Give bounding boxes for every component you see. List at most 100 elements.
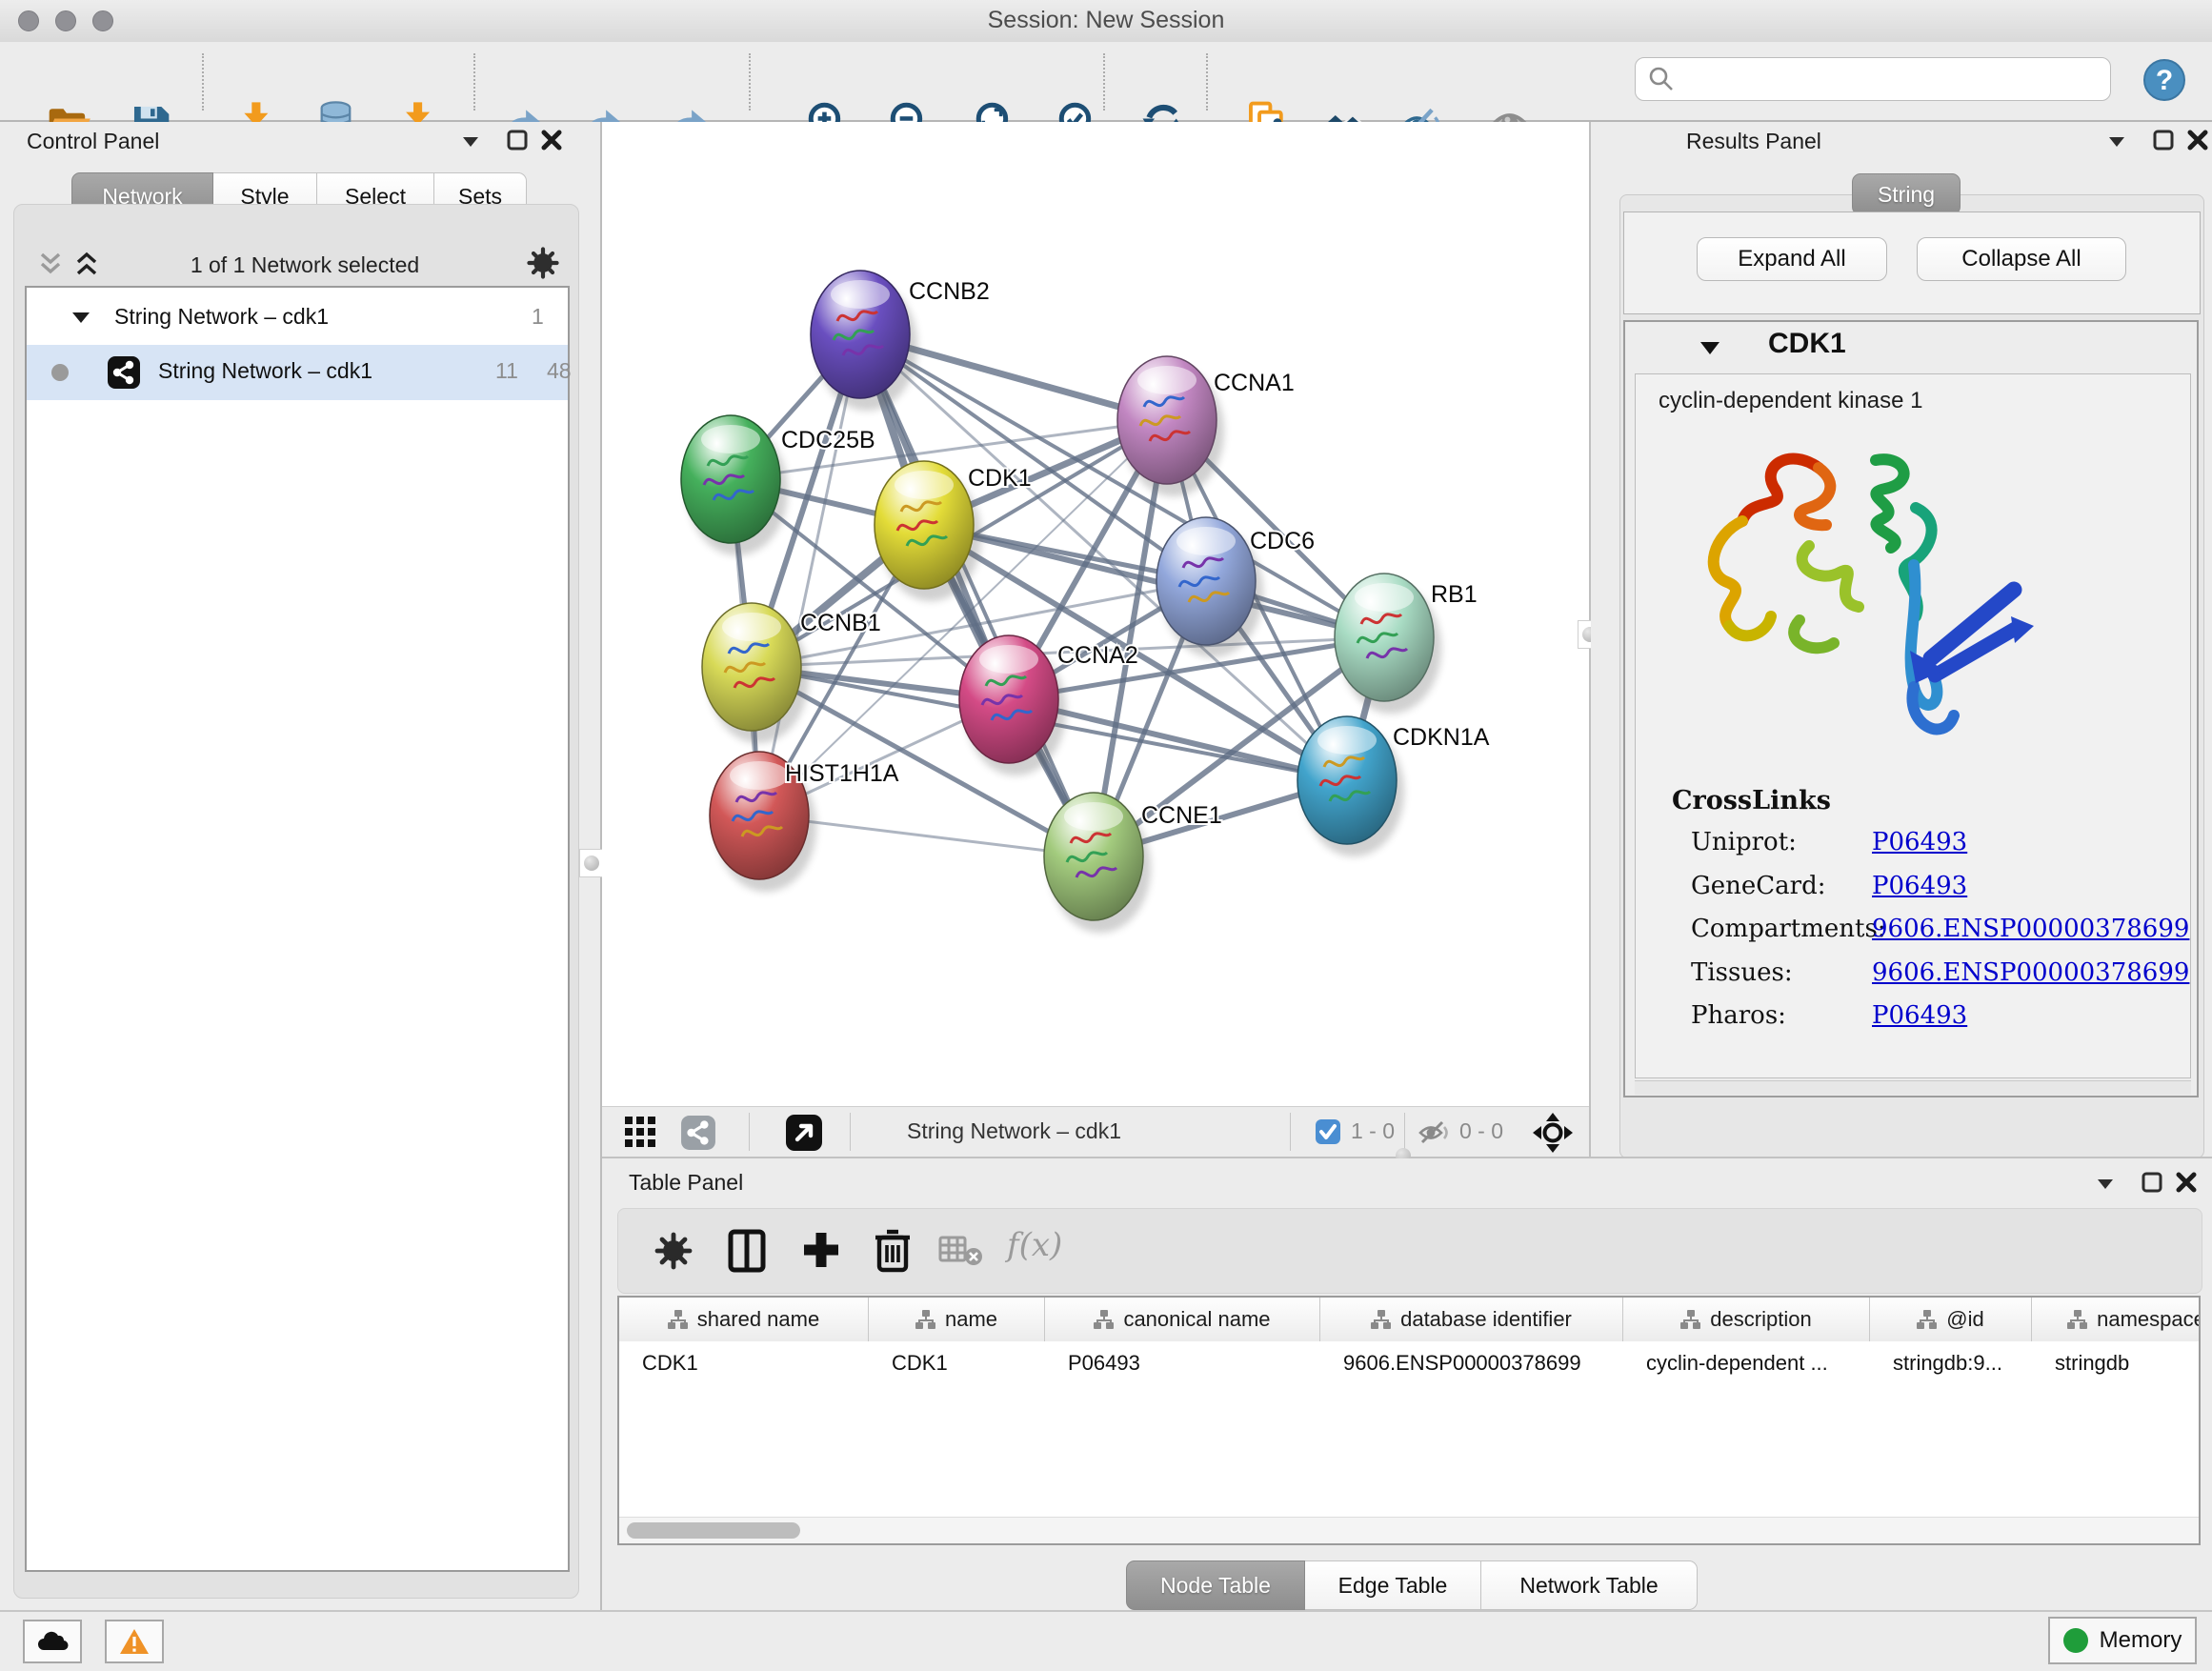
table-cell: CDK1 (869, 1341, 1045, 1385)
results-panel: Results Panel String Expand All Collapse… (1591, 122, 2212, 1157)
network-options-gear-icon[interactable] (524, 244, 562, 282)
node-RB1[interactable] (1335, 574, 1441, 714)
open-in-new-window-icon[interactable] (785, 1114, 823, 1152)
expand-all-button[interactable]: Expand All (1697, 237, 1887, 281)
svg-text:?: ? (2156, 65, 2173, 96)
node-label-CCNB2: CCNB2 (909, 278, 990, 305)
tab-network-table[interactable]: Network Table (1481, 1560, 1698, 1610)
node-CDC6[interactable] (1156, 517, 1263, 657)
node-CCNB2[interactable] (811, 271, 917, 411)
memory-status-dot (2063, 1628, 2088, 1653)
gene-box-scrollbar-track[interactable] (1635, 1080, 2191, 1095)
table-body: CDK1CDK1P064939606.ENSP00000378699cyclin… (619, 1341, 2201, 1385)
node-CDKN1A[interactable] (1297, 716, 1404, 856)
table-hscrollbar-track[interactable] (619, 1517, 2199, 1544)
table-row[interactable]: CDK1CDK1P064939606.ENSP00000378699cyclin… (619, 1341, 2201, 1385)
results-panel-close-icon[interactable] (2185, 128, 2210, 152)
toolbar-divider (749, 1113, 750, 1151)
control-panel-title: Control Panel (27, 129, 159, 154)
results-panel-collapse-icon[interactable] (2105, 131, 2128, 151)
crosslink-value-link[interactable]: P06493 (1872, 828, 1967, 856)
shared-column-icon (1917, 1310, 1938, 1329)
table-header-row: shared namenamecanonical namedatabase id… (619, 1298, 2201, 1341)
cloud-status-button[interactable] (23, 1620, 82, 1663)
crosslink-label: Pharos: (1691, 1001, 1786, 1030)
crosslink-value-link[interactable]: P06493 (1872, 872, 1967, 900)
crosslink-value-link[interactable]: P06493 (1872, 1001, 1967, 1030)
shared-column-icon (668, 1310, 689, 1329)
node-CCNA2[interactable] (959, 635, 1066, 775)
crosslink-value-link[interactable]: 9606.ENSP00000378699 (1872, 915, 2189, 943)
crosslink-label: Uniprot: (1691, 828, 1797, 856)
results-panel-float-icon[interactable] (2151, 128, 2176, 152)
add-column-icon[interactable] (799, 1228, 843, 1272)
crosslink-value-link[interactable]: 9606.ENSP00000378699 (1872, 958, 2189, 987)
column-header-id[interactable]: @id (1870, 1298, 2032, 1341)
table-toolbar: f(x) (617, 1208, 2202, 1294)
control-panel-collapse-icon[interactable] (459, 131, 482, 151)
column-header-shared-name[interactable]: shared name (619, 1298, 869, 1341)
table-panel-close-icon[interactable] (2174, 1170, 2199, 1195)
node-CCNB1[interactable] (702, 603, 809, 743)
protein-structure-image (1676, 430, 2038, 769)
gene-section-box: CDK1 cyclin-dependent kinase 1 (1623, 320, 2199, 1097)
column-header-description[interactable]: description (1623, 1298, 1870, 1341)
selected-checkbox-icon (1315, 1118, 1341, 1145)
node-CCNE1[interactable] (1044, 793, 1151, 933)
toolbar-separator (749, 53, 751, 111)
control-panel-float-icon[interactable] (505, 128, 530, 152)
tree-row-collection[interactable]: String Network – cdk1 1 (27, 292, 568, 345)
table-panel-float-icon[interactable] (2140, 1170, 2164, 1195)
help-icon[interactable]: ? (2140, 55, 2189, 105)
fit-selected-crosshair-icon[interactable] (1532, 1112, 1574, 1154)
column-header-namespace[interactable]: namespace (2032, 1298, 2201, 1341)
network-share-view-icon[interactable] (680, 1115, 716, 1151)
search-input[interactable] (1635, 57, 2111, 101)
column-header-canonical-name[interactable]: canonical name (1045, 1298, 1320, 1341)
toolbar-divider (1290, 1113, 1291, 1151)
delete-column-icon[interactable] (872, 1226, 914, 1274)
toolbar-divider (850, 1113, 851, 1151)
table-panel-collapse-icon[interactable] (2094, 1174, 2117, 1193)
collapse-all-trees-icon[interactable] (36, 250, 65, 278)
current-network-name: String Network – cdk1 (907, 1118, 1121, 1144)
show-columns-icon[interactable] (725, 1228, 769, 1274)
column-header-database-identifier[interactable]: database identifier (1320, 1298, 1623, 1341)
expand-all-trees-icon[interactable] (72, 250, 101, 278)
network-view[interactable]: CCNB2 CCNA1 CDC25B CDK1 CDC6 (602, 122, 1589, 1106)
title-bar: Session: New Session (0, 0, 2212, 43)
node-label-CDKN1A: CDKN1A (1393, 724, 1490, 751)
string-network-badge-icon (107, 355, 141, 390)
tree-network-edge-count: 48 (547, 358, 572, 384)
table-tabs: Node TableEdge TableNetwork Table (1126, 1560, 1698, 1610)
gene-name-heading: CDK1 (1768, 328, 1846, 360)
tab-edge-table[interactable]: Edge Table (1305, 1560, 1481, 1610)
table-panel: Table Panel f(x) shared namenamecanonica… (602, 1158, 2212, 1610)
control-panel: Control Panel NetworkStyleSelectSets 1 o… (0, 122, 600, 1610)
grid-view-icon[interactable] (623, 1115, 657, 1149)
node-label-CDC25B: CDC25B (781, 427, 875, 453)
left-divider-handle[interactable] (579, 849, 604, 877)
warning-icon (118, 1627, 151, 1656)
network-canvas[interactable]: CCNB2 CCNA1 CDC25B CDK1 CDC6 (602, 122, 1589, 1106)
network-tree: String Network – cdk1 1 String Network –… (25, 286, 570, 1572)
tab-node-table[interactable]: Node Table (1126, 1560, 1305, 1610)
table-hscrollbar-thumb[interactable] (627, 1522, 800, 1539)
node-label-CCNA1: CCNA1 (1214, 370, 1295, 396)
memory-button[interactable]: Memory (2048, 1617, 2197, 1664)
tab-string[interactable]: String (1852, 173, 1961, 215)
network-view-toolbar: String Network – cdk1 1 - 0 0 - 0 (602, 1106, 1589, 1157)
warnings-button[interactable] (105, 1620, 164, 1663)
tree-row-network[interactable]: String Network – cdk1 11 48 (27, 345, 568, 400)
control-panel-close-icon[interactable] (539, 128, 564, 152)
column-header-name[interactable]: name (869, 1298, 1045, 1341)
gene-section-collapse-icon[interactable] (1698, 337, 1722, 358)
collapse-all-button[interactable]: Collapse All (1917, 237, 2126, 281)
tree-expand-icon[interactable] (70, 309, 91, 326)
node-CDK1[interactable] (875, 461, 981, 601)
shared-column-icon (1094, 1310, 1115, 1329)
table-settings-gear-icon[interactable] (653, 1230, 694, 1272)
toolbar-separator (202, 53, 204, 111)
status-bar: Memory (0, 1610, 2212, 1671)
window-title: Session: New Session (0, 7, 2212, 34)
